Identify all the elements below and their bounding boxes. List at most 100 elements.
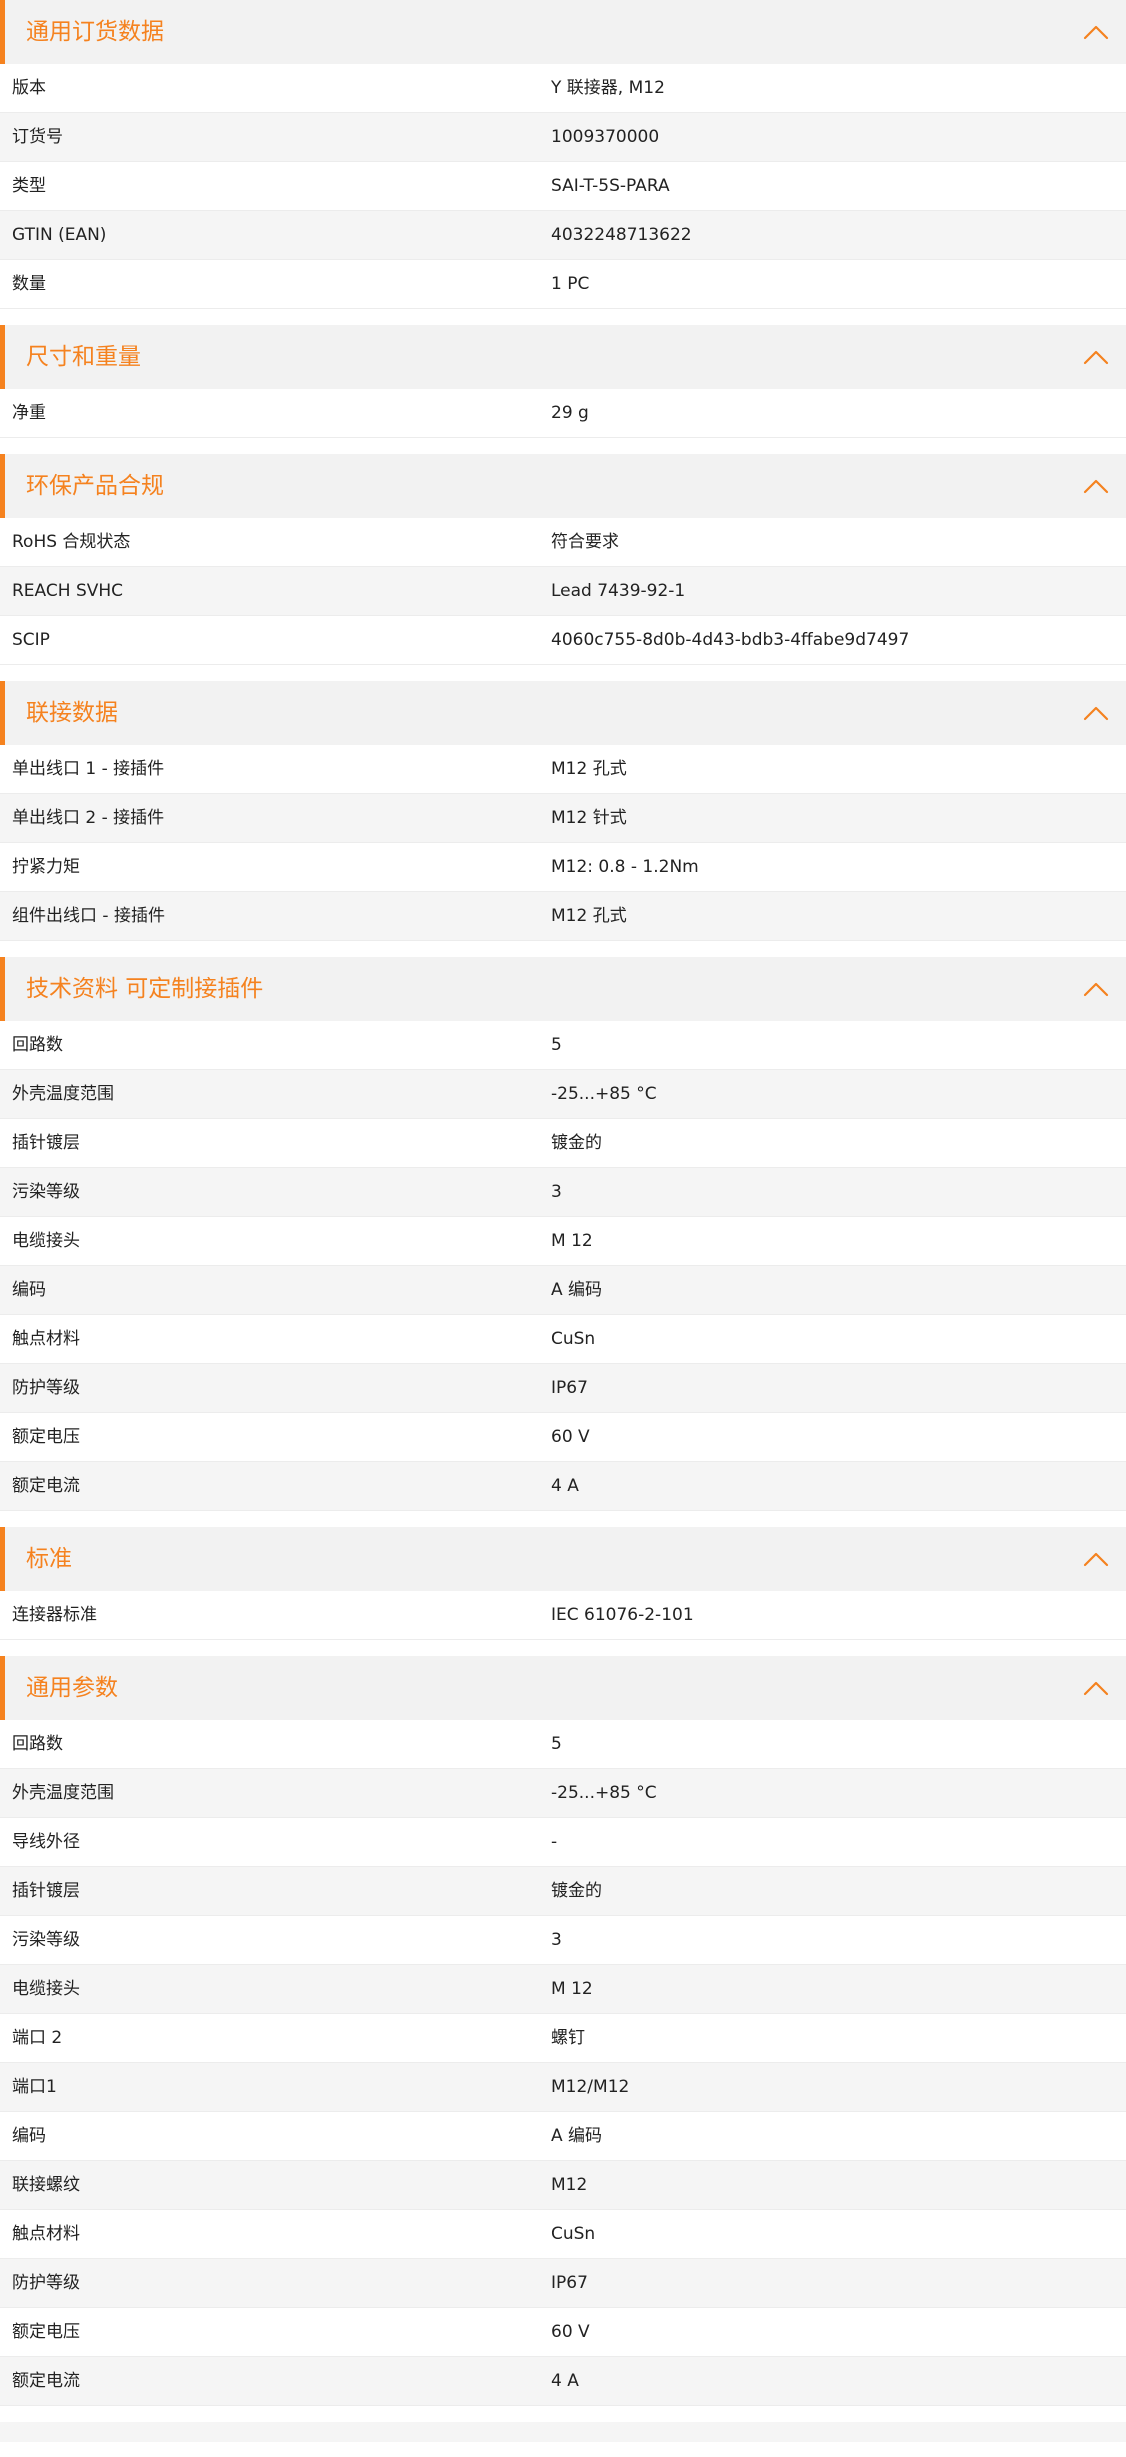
- spec-label: 污染等级: [12, 1182, 80, 1202]
- spec-row: 防护等级 IP67: [0, 1364, 1126, 1413]
- spec-value: IEC 61076-2-101: [551, 1605, 694, 1625]
- chevron-up-icon[interactable]: [1082, 977, 1110, 1001]
- spec-section-connection: 联接数据 单出线口 1 - 接插件 M12 孔式 单出线口 2 - 接插件 M12 针式…: [0, 681, 1126, 941]
- spec-label: 电缆接头: [12, 1231, 80, 1251]
- chevron-up-icon[interactable]: [1082, 1676, 1110, 1700]
- spec-label: 版本: [12, 78, 46, 98]
- spec-row: 额定电流 4 A: [0, 2357, 1126, 2406]
- section-header-environmental[interactable]: 环保产品合规: [0, 454, 1126, 518]
- spec-label: 污染等级: [12, 1930, 80, 1950]
- spec-label: 拧紧力矩: [12, 857, 80, 877]
- spec-label: 端口1: [12, 2077, 57, 2097]
- spec-label: 净重: [12, 403, 46, 423]
- spec-row: 导线外径 -: [0, 1818, 1126, 1867]
- spec-value: 4 A: [551, 1476, 579, 1496]
- spec-value: M12 针式: [551, 808, 627, 828]
- spec-row: 电缆接头 M 12: [0, 1965, 1126, 2014]
- spec-row: 额定电压 60 V: [0, 2308, 1126, 2357]
- spec-value: Lead 7439-92-1: [551, 581, 686, 601]
- spec-label: 额定电流: [12, 2371, 80, 2391]
- spec-value: M12 孔式: [551, 906, 627, 926]
- spec-label: 额定电流: [12, 1476, 80, 1496]
- spec-value: 镀金的: [551, 1881, 602, 1901]
- spec-row: GTIN (EAN) 4032248713622: [0, 211, 1126, 260]
- chevron-up-icon[interactable]: [1082, 701, 1110, 725]
- spec-section-dimensions: 尺寸和重量净重 29 g: [0, 325, 1126, 438]
- spec-label: 回路数: [12, 1734, 63, 1754]
- spec-value: 3: [551, 1930, 562, 1950]
- spec-section-standards: 标准连接器标准 IEC 61076-2-101: [0, 1527, 1126, 1640]
- section-header-ordering[interactable]: 通用订货数据: [0, 0, 1126, 64]
- spec-value: -25...+85 °C: [551, 1084, 657, 1104]
- spec-row: 数量 1 PC: [0, 260, 1126, 309]
- spec-row: SCIP 4060c755-8d0b-4d43-bdb3-4ffabe9d7497: [0, 616, 1126, 665]
- spec-value: CuSn: [551, 2224, 596, 2244]
- spec-label: 联接螺纹: [12, 2175, 80, 2195]
- product-spec-page: 通用订货数据 版本 Y 联接器, M12 订货号 1009370000 类型 SAI-T-5…: [0, 0, 1126, 2442]
- spec-label: 单出线口 2 - 接插件: [12, 808, 165, 828]
- spec-value: SAI-T-5S-PARA: [551, 176, 670, 196]
- spec-label: 回路数: [12, 1035, 63, 1055]
- spec-row: 连接器标准 IEC 61076-2-101: [0, 1591, 1126, 1640]
- spec-value: 4 A: [551, 2371, 579, 2391]
- spec-label: SCIP: [12, 630, 50, 650]
- spec-label: 端口 2: [12, 2028, 63, 2048]
- chevron-up-icon[interactable]: [1082, 345, 1110, 369]
- spec-value: 5: [551, 1035, 562, 1055]
- spec-row: 污染等级 3: [0, 1168, 1126, 1217]
- spec-label: 额定电压: [12, 1427, 80, 1447]
- spec-label: 电缆接头: [12, 1979, 80, 1999]
- spec-row: 单出线口 2 - 接插件 M12 针式: [0, 794, 1126, 843]
- spec-label: 类型: [12, 176, 46, 196]
- chevron-up-icon[interactable]: [1082, 20, 1110, 44]
- spec-section-environmental: 环保产品合规 RoHS 合规状态 符合要求 REACH SVHC Lead 7439-9…: [0, 454, 1126, 665]
- spec-label: 插针镀层: [12, 1881, 80, 1901]
- spec-value: 1 PC: [551, 274, 590, 294]
- spec-label: 防护等级: [12, 2273, 80, 2293]
- section-title: 环保产品合规: [26, 473, 164, 499]
- spec-value: M12 孔式: [551, 759, 627, 779]
- section-header-dimensions[interactable]: 尺寸和重量: [0, 325, 1126, 389]
- spec-label: REACH SVHC: [12, 581, 124, 601]
- chevron-up-icon[interactable]: [1082, 474, 1110, 498]
- spec-row: 类型 SAI-T-5S-PARA: [0, 162, 1126, 211]
- spec-value: 符合要求: [551, 532, 619, 552]
- spec-label: 编码: [12, 1280, 46, 1300]
- spec-label: 单出线口 1 - 接插件: [12, 759, 165, 779]
- spec-value: 5: [551, 1734, 562, 1754]
- spec-value: IP67: [551, 2273, 588, 2293]
- section-title: 尺寸和重量: [26, 344, 141, 370]
- chevron-up-icon[interactable]: [1082, 1547, 1110, 1571]
- spec-row: RoHS 合规状态 符合要求: [0, 518, 1126, 567]
- spec-label: 插针镀层: [12, 1133, 80, 1153]
- spec-row: 组件出线口 - 接插件 M12 孔式: [0, 892, 1126, 941]
- section-title: 标准: [26, 1546, 72, 1572]
- spec-label: 数量: [12, 274, 46, 294]
- spec-row: 额定电压 60 V: [0, 1413, 1126, 1462]
- spec-row: 净重 29 g: [0, 389, 1126, 438]
- section-header-general[interactable]: 通用参数: [0, 1656, 1126, 1720]
- spec-section-general: 通用参数 回路数 5 外壳温度范围 -25...+85 °C 导线外径 - 插针镀层 镀金的 污染…: [0, 1656, 1126, 2406]
- spec-row: 单出线口 1 - 接插件 M12 孔式: [0, 745, 1126, 794]
- spec-value: 29 g: [551, 403, 589, 423]
- spec-value: -: [551, 1832, 558, 1852]
- spec-row: 订货号 1009370000: [0, 113, 1126, 162]
- section-title: 技术资料 可定制接插件: [26, 976, 264, 1002]
- spec-value: 60 V: [551, 1427, 590, 1447]
- spec-row: 电缆接头 M 12: [0, 1217, 1126, 1266]
- section-divider: [0, 2422, 1126, 2442]
- spec-row: REACH SVHC Lead 7439-92-1: [0, 567, 1126, 616]
- spec-label: 外壳温度范围: [12, 1084, 114, 1104]
- spec-value: 螺钉: [551, 2028, 585, 2048]
- section-title: 联接数据: [26, 700, 118, 726]
- section-header-technical[interactable]: 技术资料 可定制接插件: [0, 957, 1126, 1021]
- spec-label: 订货号: [12, 127, 63, 147]
- spec-label: 编码: [12, 2126, 46, 2146]
- spec-label: 连接器标准: [12, 1605, 97, 1625]
- spec-value: -25...+85 °C: [551, 1783, 657, 1803]
- spec-value: A 编码: [551, 2126, 603, 2146]
- spec-row: 编码 A 编码: [0, 1266, 1126, 1315]
- spec-label: 组件出线口 - 接插件: [12, 906, 165, 926]
- section-header-connection[interactable]: 联接数据: [0, 681, 1126, 745]
- section-header-standards[interactable]: 标准: [0, 1527, 1126, 1591]
